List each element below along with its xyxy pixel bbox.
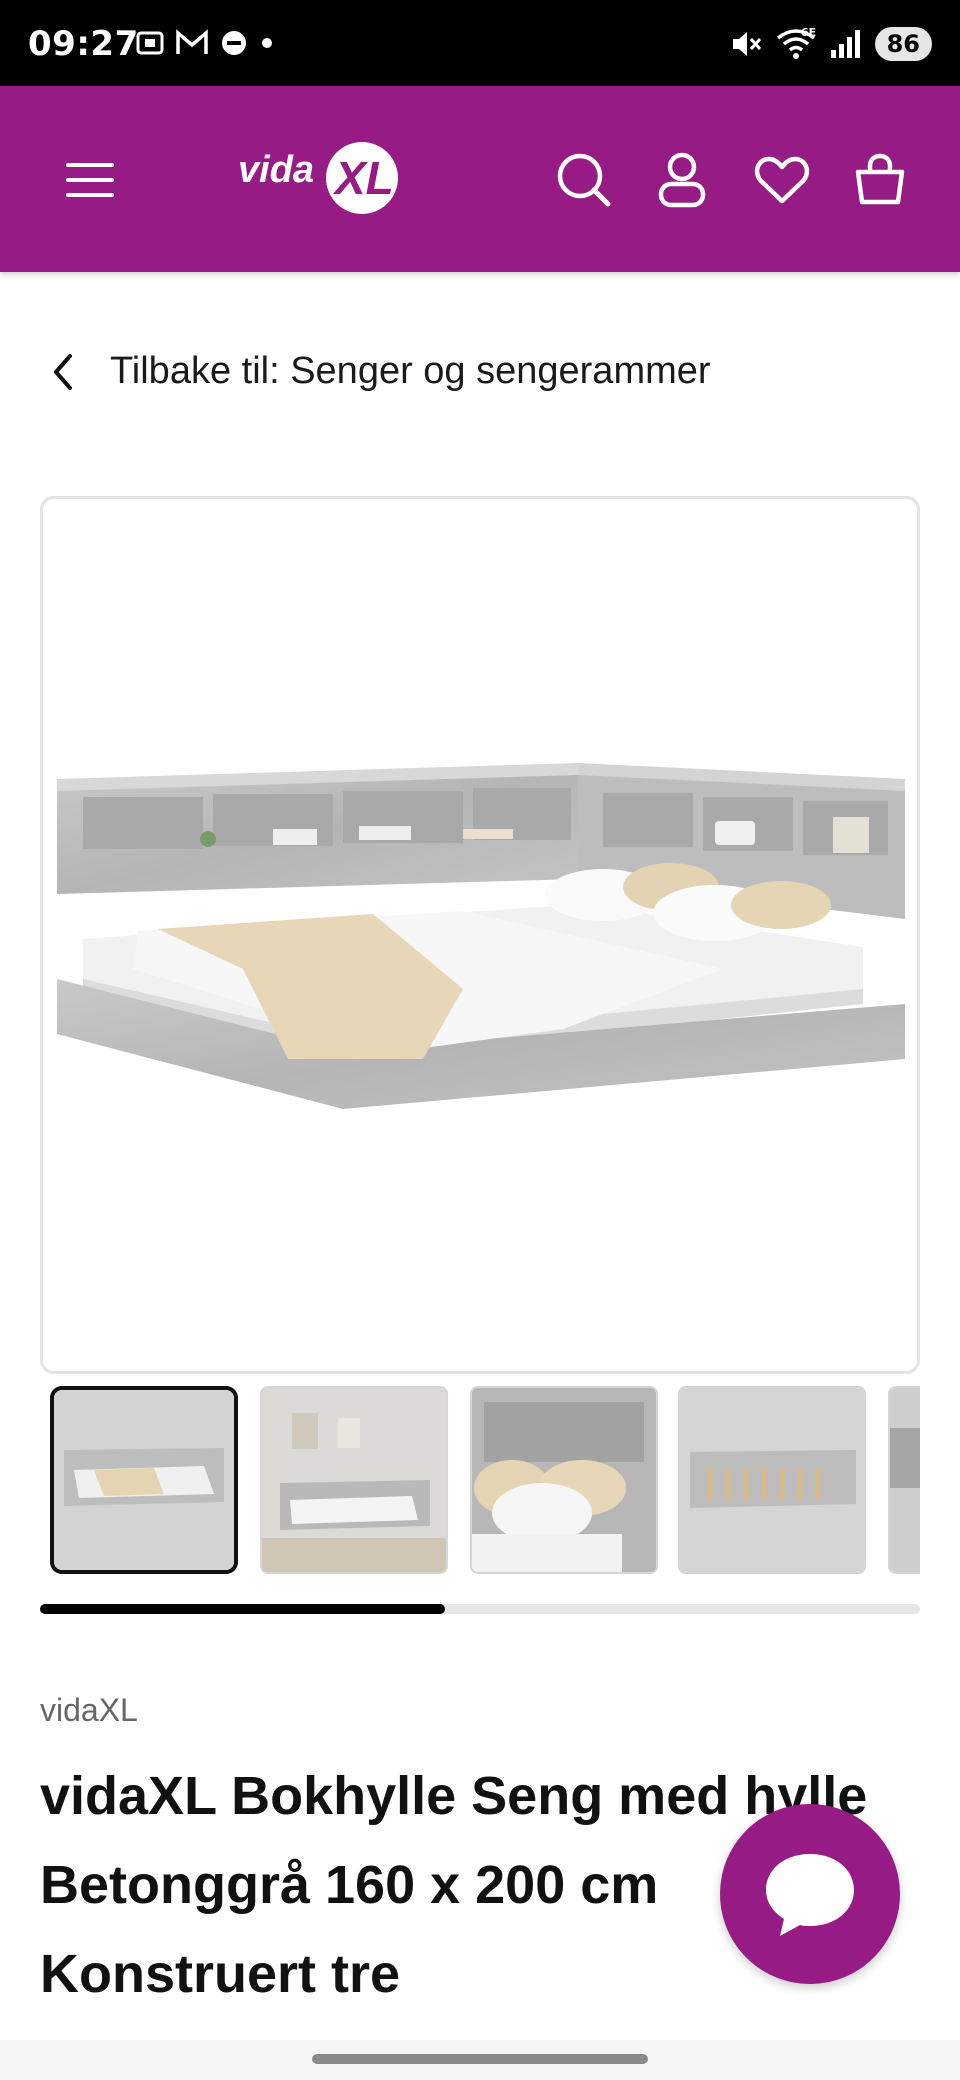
battery-icon: 86 bbox=[874, 27, 932, 61]
product-main-image[interactable] bbox=[40, 496, 920, 1374]
thumbnail-1[interactable] bbox=[50, 1386, 238, 1574]
cart-icon bbox=[855, 153, 905, 205]
search-button[interactable] bbox=[546, 142, 622, 218]
chat-bubble-icon bbox=[766, 1854, 854, 1936]
thumbnail-5[interactable] bbox=[888, 1386, 920, 1574]
wishlist-icon bbox=[754, 156, 810, 204]
thumbnail-4[interactable] bbox=[678, 1386, 866, 1574]
svg-text:XL: XL bbox=[332, 152, 394, 204]
menu-button[interactable] bbox=[52, 142, 128, 218]
product-brand[interactable]: vidaXL bbox=[40, 1692, 138, 1729]
breadcrumb-back-link[interactable]: Tilbake til: Senger og sengerammer bbox=[50, 350, 711, 393]
app-header: vida XL bbox=[0, 86, 960, 272]
status-bar: 09:27 6E 86 bbox=[0, 0, 960, 86]
status-time: 09:27 bbox=[28, 24, 139, 64]
app-icon bbox=[222, 31, 246, 55]
thumbnail-3[interactable] bbox=[470, 1386, 658, 1574]
home-indicator[interactable] bbox=[312, 2054, 648, 2064]
gallery-scroll-progress bbox=[40, 1604, 920, 1614]
status-notification-icons bbox=[135, 28, 275, 58]
signal-icon bbox=[830, 30, 860, 58]
account-icon bbox=[658, 152, 706, 208]
thumbnail-strip bbox=[50, 1386, 920, 1574]
screenshot-icon bbox=[136, 31, 164, 55]
chevron-left-icon bbox=[54, 353, 72, 390]
bed-illustration bbox=[57, 763, 905, 1109]
search-icon bbox=[557, 153, 611, 207]
status-system-icons: 6E 86 bbox=[729, 26, 932, 62]
breadcrumb-label: Tilbake til: Senger og sengerammer bbox=[110, 350, 711, 392]
mute-icon bbox=[732, 32, 761, 56]
menu-icon bbox=[66, 163, 114, 197]
svg-text:vida: vida bbox=[238, 149, 314, 191]
account-button[interactable] bbox=[644, 142, 720, 218]
gallery-scroll-progress-fill bbox=[40, 1604, 445, 1614]
dot-icon bbox=[262, 38, 272, 48]
vidaxl-logo[interactable]: vida XL bbox=[236, 132, 406, 222]
network-type: 6E bbox=[801, 26, 816, 39]
wishlist-button[interactable] bbox=[744, 142, 820, 218]
chat-button[interactable] bbox=[720, 1804, 900, 1984]
gmail-icon bbox=[176, 29, 208, 54]
thumbnail-2[interactable] bbox=[260, 1386, 448, 1574]
wifi-icon: 6E bbox=[776, 26, 816, 59]
cart-button[interactable] bbox=[842, 142, 918, 218]
